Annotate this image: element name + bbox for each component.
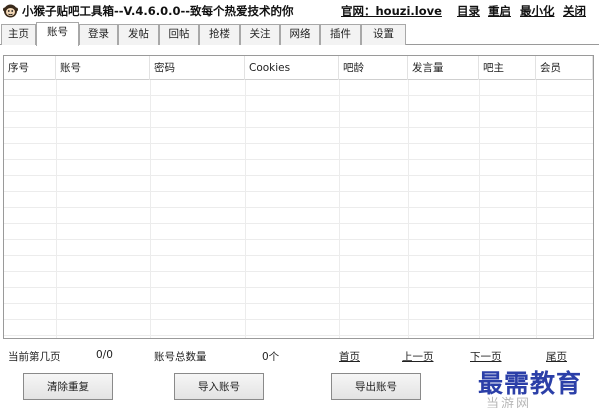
menu-link[interactable]: 目录 — [457, 3, 480, 19]
clear-duplicates-button[interactable]: 清除重复 — [23, 373, 113, 400]
next-page-link[interactable]: 下一页 — [470, 349, 502, 364]
column-divider — [245, 80, 246, 338]
column-header-cookies[interactable]: Cookies — [245, 56, 339, 80]
tab-follow[interactable]: 关注 — [240, 24, 280, 45]
monkey-logo-icon — [3, 4, 18, 18]
official-site-link[interactable]: 官网：houzi.love — [341, 3, 442, 19]
column-divider — [339, 80, 340, 338]
tab-network[interactable]: 网络 — [280, 24, 320, 45]
table-body[interactable] — [4, 80, 593, 338]
first-page-link[interactable]: 首页 — [339, 349, 360, 364]
prev-page-link[interactable]: 上一页 — [402, 349, 434, 364]
column-header-index[interactable]: 序号 — [4, 56, 56, 80]
restart-link[interactable]: 重启 — [488, 3, 511, 19]
tab-home[interactable]: 主页 — [1, 24, 36, 45]
export-accounts-button[interactable]: 导出账号 — [331, 373, 421, 400]
tab-plugins[interactable]: 插件 — [320, 24, 361, 45]
column-divider — [150, 80, 151, 338]
column-header-member[interactable]: 会员 — [536, 56, 593, 80]
total-accounts-label: 账号总数量 — [154, 351, 207, 363]
column-divider — [479, 80, 480, 338]
current-page-value: 0/0 — [96, 349, 113, 361]
tab-login[interactable]: 登录 — [79, 24, 118, 45]
tab-reply[interactable]: 回帖 — [159, 24, 199, 45]
column-header-bar-owner[interactable]: 吧主 — [479, 56, 536, 80]
last-page-link[interactable]: 尾页 — [546, 349, 567, 364]
tab-post[interactable]: 发帖 — [118, 24, 159, 45]
column-header-bar-age[interactable]: 吧龄 — [339, 56, 408, 80]
column-divider — [408, 80, 409, 338]
column-header-post-count[interactable]: 发言量 — [408, 56, 479, 80]
total-accounts-value: 0个 — [262, 351, 280, 363]
tab-settings[interactable]: 设置 — [361, 24, 406, 45]
current-page-label: 当前第几页 — [8, 351, 61, 363]
close-link[interactable]: 关闭 — [563, 3, 586, 19]
table-header: 序号 账号 密码 Cookies 吧龄 发言量 吧主 会员 — [4, 56, 593, 80]
minimize-link[interactable]: 最小化 — [520, 3, 555, 19]
watermark-faint-text: 当游网 — [486, 397, 532, 408]
column-header-password[interactable]: 密码 — [150, 56, 245, 80]
app-title: 小猴子贴吧工具箱--V.4.6.0.0--致每个热爱技术的你 — [22, 4, 294, 18]
account-table[interactable]: 序号 账号 密码 Cookies 吧龄 发言量 吧主 会员 — [3, 55, 594, 339]
tab-bar: 主页 账号 登录 发帖 回帖 抢楼 关注 网络 插件 设置 — [0, 22, 599, 46]
tab-grab-floor[interactable]: 抢楼 — [199, 24, 240, 45]
tab-account[interactable]: 账号 — [36, 22, 79, 46]
column-header-account[interactable]: 账号 — [56, 56, 150, 80]
import-accounts-button[interactable]: 导入账号 — [174, 373, 264, 400]
column-divider — [56, 80, 57, 338]
title-bar: 小猴子贴吧工具箱--V.4.6.0.0--致每个热爱技术的你 官网：houzi.… — [0, 0, 599, 22]
column-divider — [536, 80, 537, 338]
